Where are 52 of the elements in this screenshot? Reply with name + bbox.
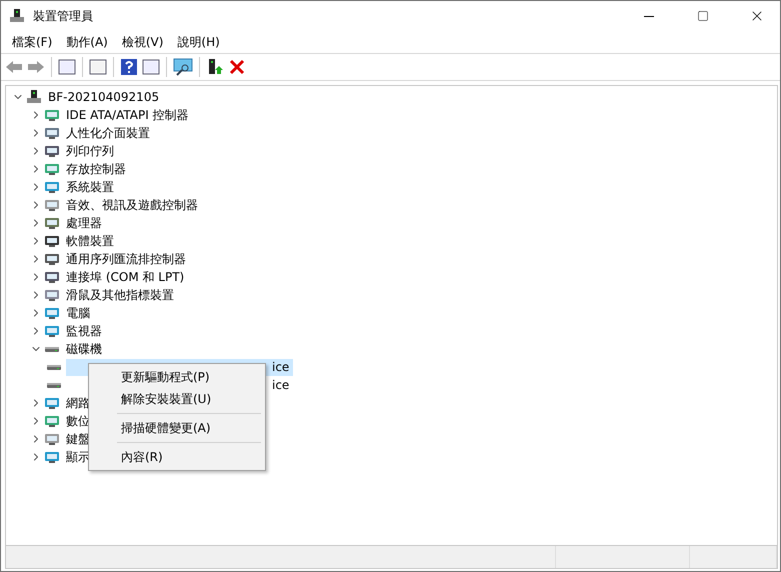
device-icon	[44, 413, 60, 429]
context-menu-item[interactable]: 解除安裝裝置(U)	[89, 388, 265, 410]
tree-item[interactable]: 通用序列匯流排控制器	[64, 250, 188, 268]
device-icon	[44, 431, 60, 447]
device-icon	[44, 161, 60, 177]
device-icon	[44, 107, 60, 123]
tree-item[interactable]: 列印佇列	[64, 142, 116, 160]
device-icon	[44, 179, 60, 195]
tree-item[interactable]: IDE ATA/ATAPI 控制器	[64, 106, 191, 124]
tree-item[interactable]: 網路	[64, 394, 92, 412]
forward-arrow-icon[interactable]	[27, 59, 45, 75]
device-icon	[44, 143, 60, 159]
device-icon	[44, 197, 60, 213]
device-icon	[44, 395, 60, 411]
window-title: 裝置管理員	[33, 8, 94, 24]
menu-item[interactable]: 動作(A)	[59, 32, 115, 52]
monitor-search-icon[interactable]	[173, 58, 193, 76]
menu-item[interactable]: 說明(H)	[170, 32, 227, 52]
tree-item[interactable]: BF-202104092105	[46, 88, 162, 106]
menu-item[interactable]: 檢視(V)	[114, 32, 170, 52]
tree-item[interactable]: 磁碟機	[64, 340, 104, 358]
device-icon	[44, 305, 60, 321]
help-icon[interactable]	[120, 58, 138, 76]
tree-item[interactable]: 人性化介面裝置	[64, 124, 152, 142]
context-menu-item[interactable]: 更新驅動程式(P)	[89, 366, 265, 388]
tree-item[interactable]: 滑鼠及其他指標裝置	[64, 286, 176, 304]
device-icon	[44, 287, 60, 303]
device-icon	[44, 269, 60, 285]
context-menu-item[interactable]: 掃描硬體變更(A)	[89, 417, 265, 439]
computer-icon	[26, 89, 42, 105]
tree-item[interactable]: 存放控制器	[64, 160, 128, 178]
device-icon	[44, 233, 60, 249]
device-icon	[44, 251, 60, 267]
tree-item[interactable]: 音效、視訊及遊戲控制器	[64, 196, 200, 214]
update-driver-icon[interactable]	[206, 58, 224, 76]
delete-icon[interactable]	[228, 58, 246, 76]
tree-item[interactable]: 處理器	[64, 214, 104, 232]
tree-item[interactable]: 系統裝置	[64, 178, 116, 196]
tree-item[interactable]: 軟體裝置	[64, 232, 116, 250]
tree-item[interactable]: 鍵盤	[64, 430, 92, 448]
device-icon	[44, 449, 60, 465]
back-arrow-icon[interactable]	[5, 59, 23, 75]
context-menu-item[interactable]: 內容(R)	[89, 446, 265, 468]
device-icon	[44, 323, 60, 339]
computer-icon	[9, 8, 25, 24]
device-icon	[44, 215, 60, 231]
tree-item[interactable]: 監視器	[64, 322, 104, 340]
menu-item[interactable]: 檔案(F)	[5, 32, 60, 52]
tree-item[interactable]: 連接埠 (COM 和 LPT)	[64, 268, 186, 286]
maximize-icon	[697, 10, 709, 22]
tree-item[interactable]: 電腦	[64, 304, 92, 322]
device-icon	[44, 125, 60, 141]
